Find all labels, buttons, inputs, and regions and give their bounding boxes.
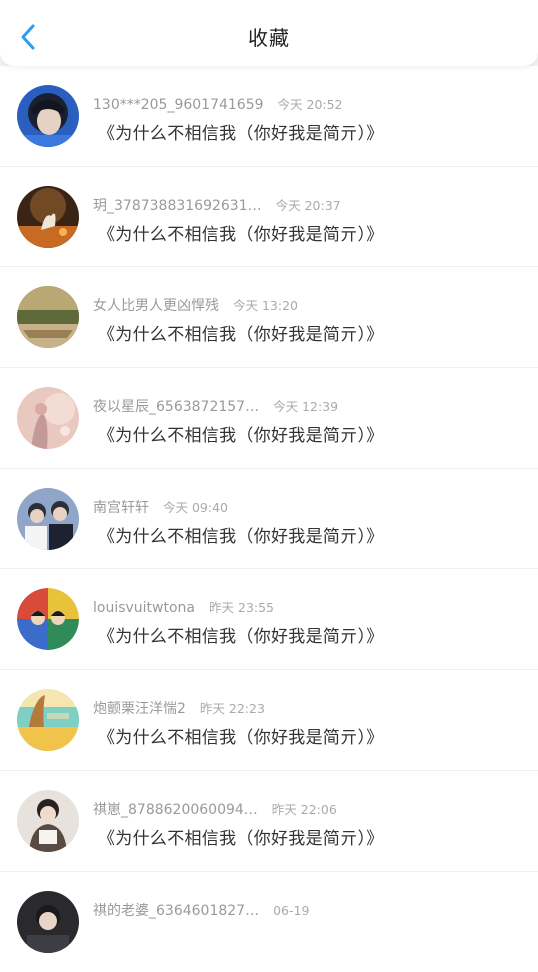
timestamp: 昨天 22:06	[272, 799, 337, 818]
item-meta: louisvuitwtona 昨天 23:55	[93, 597, 274, 617]
username[interactable]: 炮颤栗汪洋惴2	[93, 698, 186, 718]
page-title: 收藏	[0, 22, 538, 51]
item-meta: 炮颤栗汪洋惴2 昨天 22:23	[93, 698, 265, 718]
username[interactable]: louisvuitwtona	[93, 600, 195, 616]
list-item[interactable]: 130***205_9601741659 今天 20:52 《为什么不相信我（你…	[0, 66, 538, 167]
timestamp: 今天 13:20	[233, 295, 298, 314]
list-item[interactable]: 祺的老婆_6364601827… 06-19	[0, 872, 538, 972]
username[interactable]: 南宫轩轩	[93, 497, 149, 517]
timestamp: 今天 09:40	[163, 497, 228, 516]
item-meta: 祺的老婆_6364601827… 06-19	[93, 900, 309, 920]
list-item[interactable]: 玥_378738831692631… 今天 20:37 《为什么不相信我（你好我…	[0, 167, 538, 268]
avatar[interactable]	[17, 891, 79, 953]
timestamp: 昨天 23:55	[209, 597, 274, 616]
message-text[interactable]: 《为什么不相信我（你好我是简亓）》	[98, 421, 384, 446]
list-item[interactable]: louisvuitwtona 昨天 23:55 《为什么不相信我（你好我是简亓）…	[0, 569, 538, 670]
item-meta: 南宫轩轩 今天 09:40	[93, 497, 228, 517]
timestamp: 昨天 22:23	[200, 698, 265, 717]
list-item[interactable]: 炮颤栗汪洋惴2 昨天 22:23 《为什么不相信我（你好我是简亓）》	[0, 670, 538, 771]
avatar[interactable]	[17, 689, 79, 751]
avatar[interactable]	[17, 85, 79, 147]
item-meta: 夜以星辰_6563872157… 今天 12:39	[93, 396, 338, 416]
message-text[interactable]: 《为什么不相信我（你好我是简亓）》	[98, 119, 384, 144]
item-meta: 玥_378738831692631… 今天 20:37	[93, 195, 341, 215]
list-item[interactable]: 女人比男人更凶悍残 今天 13:20 《为什么不相信我（你好我是简亓）》	[0, 267, 538, 368]
timestamp: 今天 20:37	[276, 195, 341, 214]
avatar[interactable]	[17, 488, 79, 550]
favorites-list: 130***205_9601741659 今天 20:52 《为什么不相信我（你…	[0, 66, 538, 972]
message-text[interactable]: 《为什么不相信我（你好我是简亓）》	[98, 522, 384, 547]
timestamp: 今天 12:39	[273, 396, 338, 415]
username[interactable]: 祺崽_8788620060094…	[93, 799, 258, 819]
username[interactable]: 女人比男人更凶悍残	[93, 295, 219, 315]
avatar[interactable]	[17, 387, 79, 449]
top-bar: 收藏	[0, 0, 538, 66]
username[interactable]: 夜以星辰_6563872157…	[93, 396, 259, 416]
message-text[interactable]: 《为什么不相信我（你好我是简亓）》	[98, 622, 384, 647]
item-meta: 祺崽_8788620060094… 昨天 22:06	[93, 799, 337, 819]
avatar[interactable]	[17, 790, 79, 852]
item-meta: 女人比男人更凶悍残 今天 13:20	[93, 295, 298, 315]
message-text[interactable]: 《为什么不相信我（你好我是简亓）》	[98, 220, 384, 245]
item-meta: 130***205_9601741659 今天 20:52	[93, 94, 343, 114]
list-item[interactable]: 夜以星辰_6563872157… 今天 12:39 《为什么不相信我（你好我是简…	[0, 368, 538, 469]
list-item[interactable]: 祺崽_8788620060094… 昨天 22:06 《为什么不相信我（你好我是…	[0, 771, 538, 872]
username[interactable]: 玥_378738831692631…	[93, 195, 262, 215]
avatar[interactable]	[17, 186, 79, 248]
message-text[interactable]: 《为什么不相信我（你好我是简亓）》	[98, 320, 384, 345]
username[interactable]: 祺的老婆_6364601827…	[93, 900, 259, 920]
message-text[interactable]: 《为什么不相信我（你好我是简亓）》	[98, 824, 384, 849]
message-text[interactable]: 《为什么不相信我（你好我是简亓）》	[98, 723, 384, 748]
list-item[interactable]: 南宫轩轩 今天 09:40 《为什么不相信我（你好我是简亓）》	[0, 469, 538, 570]
timestamp: 今天 20:52	[278, 94, 343, 113]
avatar[interactable]	[17, 286, 79, 348]
avatar[interactable]	[17, 588, 79, 650]
username[interactable]: 130***205_9601741659	[93, 97, 264, 113]
timestamp: 06-19	[273, 903, 309, 918]
